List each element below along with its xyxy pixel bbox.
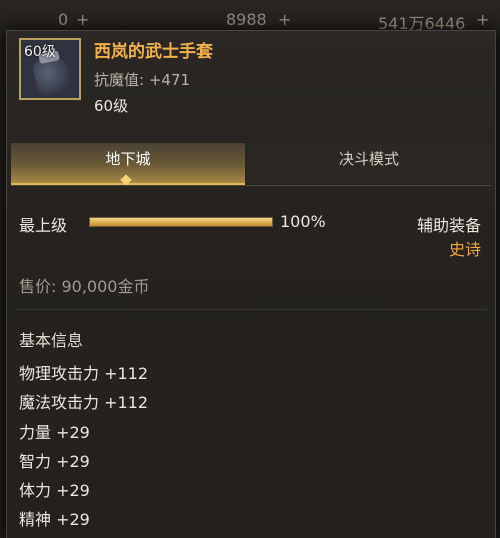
stat-magic-attack: 魔法攻击力 +112 (19, 393, 149, 413)
grade-progress-text: 100% (280, 212, 326, 231)
item-level: 60级 (94, 97, 129, 115)
gauntlet-icon (31, 54, 73, 98)
tab-divider (11, 185, 491, 186)
grade-progress-fill (90, 218, 272, 226)
item-icon-slot: 60级 (19, 38, 81, 100)
currency-b: 8988 (226, 10, 267, 29)
magic-resist-label: 抗魔值: (94, 71, 145, 89)
sell-price: 售价: 90,000金币 (19, 277, 150, 296)
item-tooltip: 60级 西岚的武士手套 抗魔值: +471 60级 地下城 决斗模式 最上级 1… (6, 30, 496, 538)
tab-dungeon-label: 地下城 (105, 150, 151, 168)
grade-progress-bar (89, 217, 273, 227)
stat-intelligence: 智力 +29 (19, 451, 90, 471)
add-button[interactable]: + (278, 10, 291, 29)
stat-list: 物理攻击力 +112 魔法攻击力 +112 力量 +29 智力 +29 体力 +… (19, 360, 148, 536)
tab-dungeon[interactable]: 地下城 (11, 143, 245, 186)
currency-a: 0 (58, 10, 69, 29)
item-name: 西岚的武士手套 (94, 42, 213, 62)
basic-info-title: 基本信息 (19, 331, 84, 350)
mode-tabs: 地下城 决斗模式 (11, 143, 491, 186)
section-divider (15, 309, 487, 310)
add-button[interactable]: + (476, 10, 489, 29)
stat-strength: 力量 +29 (19, 422, 90, 442)
active-tab-indicator-icon (120, 174, 132, 186)
grade-label: 最上级 (19, 216, 68, 235)
stat-vitality: 体力 +29 (19, 481, 90, 501)
tab-pvp[interactable]: 决斗模式 (247, 143, 491, 183)
add-button[interactable]: + (76, 10, 89, 29)
stat-physical-attack: 物理攻击力 +112 (19, 364, 149, 383)
tab-pvp-label: 决斗模式 (338, 150, 399, 168)
magic-resist-row: 抗魔值: +471 (94, 69, 190, 90)
stat-spirit: 精神 +29 (19, 510, 90, 530)
rarity-label: 史诗 (448, 240, 481, 259)
equipment-slot-type: 辅助装备 (416, 216, 481, 235)
magic-resist-value: +471 (148, 71, 191, 89)
item-icon-level: 60级 (24, 44, 56, 60)
